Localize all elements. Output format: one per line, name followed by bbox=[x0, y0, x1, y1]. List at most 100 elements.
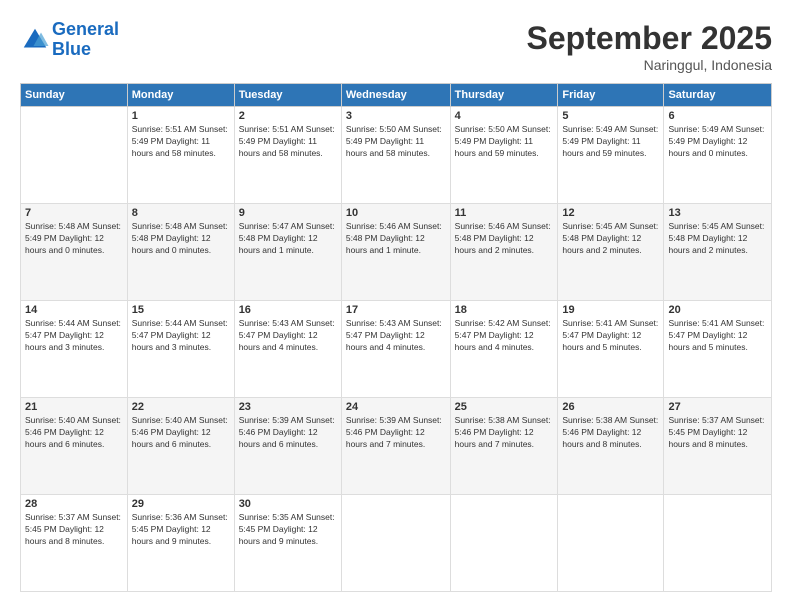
week-row-4: 21 Sunrise: 5:40 AM Sunset: 5:46 PM Dayli… bbox=[21, 398, 772, 495]
day-number: 26 bbox=[562, 401, 659, 413]
table-row: 15 Sunrise: 5:44 AM Sunset: 5:47 PM Dayli… bbox=[127, 301, 234, 398]
day-info: Sunrise: 5:47 AM Sunset: 5:48 PM Dayligh… bbox=[239, 221, 337, 257]
col-saturday: Saturday bbox=[664, 84, 772, 107]
week-row-5: 28 Sunrise: 5:37 AM Sunset: 5:45 PM Dayli… bbox=[21, 495, 772, 592]
table-row: 7 Sunrise: 5:48 AM Sunset: 5:49 PM Daylig… bbox=[21, 204, 128, 301]
day-info: Sunrise: 5:41 AM Sunset: 5:47 PM Dayligh… bbox=[668, 318, 767, 354]
day-number: 5 bbox=[562, 110, 659, 122]
day-info: Sunrise: 5:38 AM Sunset: 5:46 PM Dayligh… bbox=[455, 415, 554, 451]
day-info: Sunrise: 5:41 AM Sunset: 5:47 PM Dayligh… bbox=[562, 318, 659, 354]
table-row bbox=[558, 495, 664, 592]
day-info: Sunrise: 5:48 AM Sunset: 5:49 PM Dayligh… bbox=[25, 221, 123, 257]
table-row: 30 Sunrise: 5:35 AM Sunset: 5:45 PM Dayli… bbox=[234, 495, 341, 592]
table-row: 20 Sunrise: 5:41 AM Sunset: 5:47 PM Dayli… bbox=[664, 301, 772, 398]
table-row: 3 Sunrise: 5:50 AM Sunset: 5:49 PM Daylig… bbox=[341, 107, 450, 204]
day-number: 3 bbox=[346, 110, 446, 122]
day-info: Sunrise: 5:43 AM Sunset: 5:47 PM Dayligh… bbox=[346, 318, 446, 354]
table-row: 26 Sunrise: 5:38 AM Sunset: 5:46 PM Dayli… bbox=[558, 398, 664, 495]
day-info: Sunrise: 5:51 AM Sunset: 5:49 PM Dayligh… bbox=[132, 124, 230, 160]
table-row: 16 Sunrise: 5:43 AM Sunset: 5:47 PM Dayli… bbox=[234, 301, 341, 398]
day-number: 21 bbox=[25, 401, 123, 413]
day-number: 28 bbox=[25, 498, 123, 510]
table-row: 6 Sunrise: 5:49 AM Sunset: 5:49 PM Daylig… bbox=[664, 107, 772, 204]
day-info: Sunrise: 5:50 AM Sunset: 5:49 PM Dayligh… bbox=[455, 124, 554, 160]
day-info: Sunrise: 5:44 AM Sunset: 5:47 PM Dayligh… bbox=[132, 318, 230, 354]
table-row: 24 Sunrise: 5:39 AM Sunset: 5:46 PM Dayli… bbox=[341, 398, 450, 495]
calendar-table: Sunday Monday Tuesday Wednesday Thursday… bbox=[20, 83, 772, 592]
table-row: 17Sunrise: 5:43 AM Sunset: 5:47 PM Dayli… bbox=[341, 301, 450, 398]
header: General Blue September 2025 Naringgul, I… bbox=[20, 20, 772, 73]
day-number: 13 bbox=[668, 207, 767, 219]
day-number: 23 bbox=[239, 401, 337, 413]
day-number: 11 bbox=[455, 207, 554, 219]
day-number: 14 bbox=[25, 304, 123, 316]
table-row: 23 Sunrise: 5:39 AM Sunset: 5:46 PM Dayli… bbox=[234, 398, 341, 495]
week-row-1: 1 Sunrise: 5:51 AM Sunset: 5:49 PM Daylig… bbox=[21, 107, 772, 204]
day-number: 30 bbox=[239, 498, 337, 510]
table-row: 1 Sunrise: 5:51 AM Sunset: 5:49 PM Daylig… bbox=[127, 107, 234, 204]
day-number: 7 bbox=[25, 207, 123, 219]
day-info: Sunrise: 5:39 AM Sunset: 5:46 PM Dayligh… bbox=[346, 415, 446, 451]
logo-text: General Blue bbox=[52, 20, 119, 60]
day-number: 20 bbox=[668, 304, 767, 316]
table-row: 21Sunrise: 5:40 AM Sunset: 5:46 PM Dayli… bbox=[21, 398, 128, 495]
location-subtitle: Naringgul, Indonesia bbox=[527, 57, 772, 73]
col-sunday: Sunday bbox=[21, 84, 128, 107]
col-thursday: Thursday bbox=[450, 84, 558, 107]
table-row: 25 Sunrise: 5:38 AM Sunset: 5:46 PM Dayli… bbox=[450, 398, 558, 495]
table-row: 22Sunrise: 5:40 AM Sunset: 5:46 PM Dayli… bbox=[127, 398, 234, 495]
day-info: Sunrise: 5:37 AM Sunset: 5:45 PM Dayligh… bbox=[25, 512, 123, 548]
table-row: 14Sunrise: 5:44 AM Sunset: 5:47 PM Dayli… bbox=[21, 301, 128, 398]
day-number: 29 bbox=[132, 498, 230, 510]
day-number: 27 bbox=[668, 401, 767, 413]
day-info: Sunrise: 5:43 AM Sunset: 5:47 PM Dayligh… bbox=[239, 318, 337, 354]
logo: General Blue bbox=[20, 20, 119, 60]
table-row: 12 Sunrise: 5:45 AM Sunset: 5:48 PM Dayli… bbox=[558, 204, 664, 301]
day-number: 18 bbox=[455, 304, 554, 316]
day-info: Sunrise: 5:36 AM Sunset: 5:45 PM Dayligh… bbox=[132, 512, 230, 548]
table-row: 2Sunrise: 5:51 AM Sunset: 5:49 PM Daylig… bbox=[234, 107, 341, 204]
day-info: Sunrise: 5:39 AM Sunset: 5:46 PM Dayligh… bbox=[239, 415, 337, 451]
day-info: Sunrise: 5:49 AM Sunset: 5:49 PM Dayligh… bbox=[562, 124, 659, 160]
day-info: Sunrise: 5:35 AM Sunset: 5:45 PM Dayligh… bbox=[239, 512, 337, 548]
logo-blue: Blue bbox=[52, 39, 91, 59]
table-row: 18 Sunrise: 5:42 AM Sunset: 5:47 PM Dayli… bbox=[450, 301, 558, 398]
page: General Blue September 2025 Naringgul, I… bbox=[0, 0, 792, 612]
col-friday: Friday bbox=[558, 84, 664, 107]
table-row: 9 Sunrise: 5:47 AM Sunset: 5:48 PM Daylig… bbox=[234, 204, 341, 301]
day-info: Sunrise: 5:38 AM Sunset: 5:46 PM Dayligh… bbox=[562, 415, 659, 451]
table-row bbox=[341, 495, 450, 592]
day-number: 16 bbox=[239, 304, 337, 316]
day-number: 4 bbox=[455, 110, 554, 122]
table-row: 8Sunrise: 5:48 AM Sunset: 5:48 PM Daylig… bbox=[127, 204, 234, 301]
table-row bbox=[450, 495, 558, 592]
day-info: Sunrise: 5:45 AM Sunset: 5:48 PM Dayligh… bbox=[562, 221, 659, 257]
day-number: 24 bbox=[346, 401, 446, 413]
day-number: 1 bbox=[132, 110, 230, 122]
day-info: Sunrise: 5:46 AM Sunset: 5:48 PM Dayligh… bbox=[455, 221, 554, 257]
day-number: 15 bbox=[132, 304, 230, 316]
day-number: 8 bbox=[132, 207, 230, 219]
day-number: 6 bbox=[668, 110, 767, 122]
table-row: 10Sunrise: 5:46 AM Sunset: 5:48 PM Dayli… bbox=[341, 204, 450, 301]
day-info: Sunrise: 5:42 AM Sunset: 5:47 PM Dayligh… bbox=[455, 318, 554, 354]
day-number: 9 bbox=[239, 207, 337, 219]
day-info: Sunrise: 5:49 AM Sunset: 5:49 PM Dayligh… bbox=[668, 124, 767, 160]
day-number: 12 bbox=[562, 207, 659, 219]
day-info: Sunrise: 5:46 AM Sunset: 5:48 PM Dayligh… bbox=[346, 221, 446, 257]
day-number: 25 bbox=[455, 401, 554, 413]
table-row: 29 Sunrise: 5:36 AM Sunset: 5:45 PM Dayli… bbox=[127, 495, 234, 592]
table-row: 5 Sunrise: 5:49 AM Sunset: 5:49 PM Daylig… bbox=[558, 107, 664, 204]
day-info: Sunrise: 5:37 AM Sunset: 5:45 PM Dayligh… bbox=[668, 415, 767, 451]
table-row: 13 Sunrise: 5:45 AM Sunset: 5:48 PM Dayli… bbox=[664, 204, 772, 301]
table-row: 4 Sunrise: 5:50 AM Sunset: 5:49 PM Daylig… bbox=[450, 107, 558, 204]
week-row-2: 7 Sunrise: 5:48 AM Sunset: 5:49 PM Daylig… bbox=[21, 204, 772, 301]
day-info: Sunrise: 5:50 AM Sunset: 5:49 PM Dayligh… bbox=[346, 124, 446, 160]
day-info: Sunrise: 5:40 AM Sunset: 5:46 PM Dayligh… bbox=[132, 415, 230, 451]
week-row-3: 14 Sunrise: 5:44 AM Sunset: 5:47 PM Dayli… bbox=[21, 301, 772, 398]
table-row bbox=[21, 107, 128, 204]
day-number: 19 bbox=[562, 304, 659, 316]
day-info: Sunrise: 5:45 AM Sunset: 5:48 PM Dayligh… bbox=[668, 221, 767, 257]
col-wednesday: Wednesday bbox=[341, 84, 450, 107]
table-row bbox=[664, 495, 772, 592]
